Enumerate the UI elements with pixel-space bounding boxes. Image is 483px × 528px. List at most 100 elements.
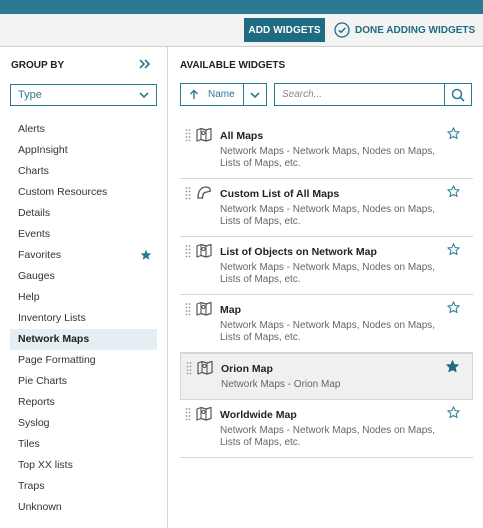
collapse-double-chevron-icon[interactable] bbox=[138, 57, 152, 71]
star-outline-icon[interactable] bbox=[447, 185, 460, 198]
widget-item[interactable]: Map Network Maps - Network Maps, Nodes on… bbox=[180, 295, 473, 353]
drag-handle-icon[interactable] bbox=[185, 244, 191, 258]
chevron-down-icon bbox=[250, 91, 260, 98]
sidebar-item-label: Gauges bbox=[18, 270, 55, 282]
star-outline-icon[interactable] bbox=[447, 243, 460, 256]
sidebar-item-help[interactable]: Help bbox=[10, 287, 157, 308]
widget-description: Network Maps - Network Maps, Nodes on Ma… bbox=[220, 262, 436, 285]
sidebar-item-label: Traps bbox=[18, 480, 45, 492]
sidebar-item-traps[interactable]: Traps bbox=[10, 476, 157, 497]
sidebar-item-label: Top XX lists bbox=[18, 459, 73, 471]
sidebar-item-label: Charts bbox=[18, 165, 49, 177]
sidebar-item-custom-resources[interactable]: Custom Resources bbox=[10, 182, 157, 203]
sidebar-item-label: Page Formatting bbox=[18, 354, 96, 366]
search-icon bbox=[451, 88, 465, 102]
sidebar-item-label: Unknown bbox=[18, 501, 62, 513]
sidebar-item-label: Alerts bbox=[18, 123, 45, 135]
available-widgets-panel: AVAILABLE WIDGETS Name All Maps Network M… bbox=[169, 47, 483, 528]
widget-description: Network Maps - Network Maps, Nodes on Ma… bbox=[220, 204, 436, 227]
sidebar-item-page-formatting[interactable]: Page Formatting bbox=[10, 350, 157, 371]
sidebar-item-label: Tiles bbox=[18, 438, 40, 450]
drag-handle-icon[interactable] bbox=[185, 407, 191, 421]
sidebar-item-label: Favorites bbox=[18, 249, 62, 261]
group-by-select[interactable]: Type bbox=[10, 84, 157, 106]
sidebar-item-label: Inventory Lists bbox=[18, 312, 86, 324]
group-by-value: Type bbox=[18, 89, 42, 101]
widget-list: All Maps Network Maps - Network Maps, Nod… bbox=[180, 121, 473, 458]
sidebar-item-label: Reports bbox=[18, 396, 55, 408]
sidebar-item-gauges[interactable]: Gauges bbox=[10, 266, 157, 287]
sidebar-item-label: Help bbox=[18, 291, 40, 303]
sidebar-item-pie-charts[interactable]: Pie Charts bbox=[10, 371, 157, 392]
widget-description: Network Maps - Network Maps, Nodes on Ma… bbox=[220, 146, 436, 169]
top-banner bbox=[0, 0, 483, 14]
widget-item[interactable]: All Maps Network Maps - Network Maps, Nod… bbox=[180, 121, 473, 179]
drag-handle-icon[interactable] bbox=[185, 302, 191, 316]
sidebar-item-network-maps[interactable]: Network Maps bbox=[10, 329, 157, 350]
sidebar-item-top-xx-lists[interactable]: Top XX lists bbox=[10, 455, 157, 476]
search-button[interactable] bbox=[444, 84, 471, 105]
star-outline-icon[interactable] bbox=[447, 301, 460, 314]
sidebar-item-label: Custom Resources bbox=[18, 186, 108, 198]
star-filled-icon[interactable] bbox=[446, 360, 459, 373]
custom-shape-icon bbox=[197, 186, 212, 199]
sidebar-item-appinsight[interactable]: AppInsight bbox=[10, 140, 157, 161]
search-input[interactable] bbox=[275, 84, 444, 105]
widget-title: Custom List of All Maps bbox=[220, 188, 340, 200]
widget-description: Network Maps - Orion Map bbox=[221, 379, 341, 390]
sidebar-item-label: Events bbox=[18, 228, 51, 240]
widget-title: Worldwide Map bbox=[220, 409, 297, 421]
sidebar-item-tiles[interactable]: Tiles bbox=[10, 434, 157, 455]
sort-label: Name bbox=[208, 89, 235, 100]
done-adding-widgets-button[interactable]: DONE ADDING WIDGETS bbox=[334, 18, 475, 42]
sidebar-item-label: Network Maps bbox=[18, 333, 90, 345]
widget-item[interactable]: Worldwide Map Network Maps - Network Maps… bbox=[180, 400, 473, 458]
widget-description: Network Maps - Network Maps, Nodes on Ma… bbox=[220, 320, 436, 343]
sort-by-name-button[interactable]: Name bbox=[181, 84, 243, 105]
sidebar-item-reports[interactable]: Reports bbox=[10, 392, 157, 413]
search-box bbox=[274, 83, 472, 106]
star-filled-icon bbox=[140, 249, 152, 260]
sidebar-item-label: Details bbox=[18, 207, 51, 219]
widget-title: Orion Map bbox=[221, 363, 273, 375]
sidebar-item-label: Syslog bbox=[18, 417, 50, 429]
check-circle-icon bbox=[334, 22, 350, 38]
sidebar-item-events[interactable]: Events bbox=[10, 224, 157, 245]
add-widgets-button[interactable]: ADD WIDGETS bbox=[244, 18, 325, 42]
widget-item[interactable]: List of Objects on Network Map Network Ma… bbox=[180, 237, 473, 295]
sidebar-item-details[interactable]: Details bbox=[10, 203, 157, 224]
widget-title: List of Objects on Network Map bbox=[220, 246, 377, 258]
drag-handle-icon[interactable] bbox=[186, 361, 192, 375]
group-by-sidebar: GROUP BY Type Alerts AppInsight Charts Cust… bbox=[0, 47, 168, 528]
group-by-title: GROUP BY bbox=[11, 60, 65, 71]
map-icon bbox=[196, 301, 212, 316]
star-outline-icon[interactable] bbox=[447, 406, 460, 419]
sidebar-item-unknown[interactable]: Unknown bbox=[10, 497, 157, 518]
star-outline-icon[interactable] bbox=[447, 127, 460, 140]
widget-description: Network Maps - Network Maps, Nodes on Ma… bbox=[220, 425, 436, 448]
sidebar-item-label: AppInsight bbox=[18, 144, 68, 156]
sort-dropdown-button[interactable] bbox=[243, 84, 266, 105]
sidebar-item-label: Pie Charts bbox=[18, 375, 68, 387]
sort-control: Name bbox=[180, 83, 267, 106]
map-icon bbox=[196, 406, 212, 421]
drag-handle-icon[interactable] bbox=[185, 128, 191, 142]
available-widgets-title: AVAILABLE WIDGETS bbox=[180, 60, 286, 71]
sidebar-item-favorites[interactable]: Favorites bbox=[10, 245, 157, 266]
widget-item[interactable]: Custom List of All Maps Network Maps - Ne… bbox=[180, 179, 473, 237]
drag-handle-icon[interactable] bbox=[185, 186, 191, 200]
map-icon bbox=[196, 243, 212, 258]
map-icon bbox=[196, 127, 212, 142]
widget-item[interactable]: Orion Map Network Maps - Orion Map bbox=[180, 353, 473, 400]
chevron-down-icon bbox=[139, 92, 149, 99]
widget-title: Map bbox=[220, 304, 241, 316]
widget-title: All Maps bbox=[220, 130, 264, 142]
widget-toolbar: ADD WIDGETS DONE ADDING WIDGETS bbox=[0, 14, 483, 47]
sidebar-item-syslog[interactable]: Syslog bbox=[10, 413, 157, 434]
done-label: DONE ADDING WIDGETS bbox=[355, 24, 476, 36]
sidebar-item-charts[interactable]: Charts bbox=[10, 161, 157, 182]
sidebar-item-inventory-lists[interactable]: Inventory Lists bbox=[10, 308, 157, 329]
category-list: Alerts AppInsight Charts Custom Resources De… bbox=[10, 119, 157, 518]
map-icon bbox=[197, 360, 213, 375]
sidebar-item-alerts[interactable]: Alerts bbox=[10, 119, 157, 140]
